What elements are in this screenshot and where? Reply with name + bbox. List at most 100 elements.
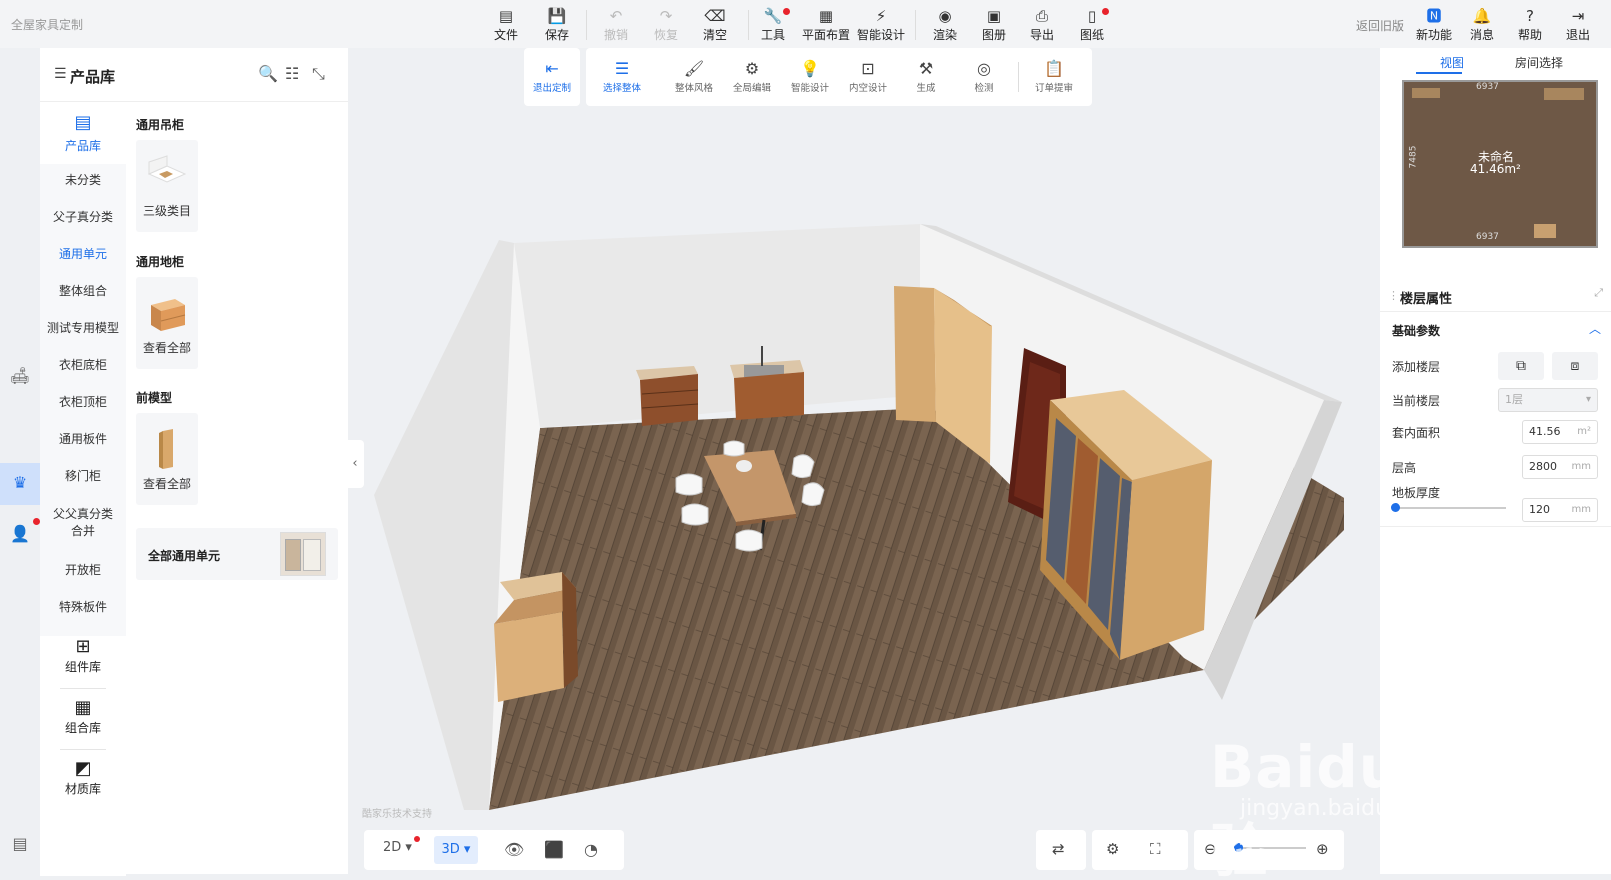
clipboard-icon: 📋 [1044,59,1064,78]
floor-plan-button[interactable]: ▦ 平面布置 [800,6,852,44]
minimap-dim-side: 7485 [1408,145,1419,169]
order-review-button[interactable]: 📋 订单提审 [1026,58,1082,94]
exit-icon: ⇤ [545,59,559,78]
category-item[interactable]: 父子真分类 [40,209,126,226]
3d-viewport[interactable] [364,110,1344,820]
eye-icon[interactable]: 👁 [504,840,524,859]
category-item-active[interactable]: 通用单元 [40,246,126,263]
eraser-icon: ⌫ [704,7,726,25]
category-item[interactable]: 开放柜 [40,562,126,579]
album-button[interactable]: ▣ 图册 [971,6,1017,44]
messages-button[interactable]: 🔔 消息 [1459,6,1505,44]
slab-thickness-slider-handle[interactable] [1391,503,1400,512]
add-floor-above-button[interactable]: ⧉ [1498,352,1544,380]
detect-label: 检测 [974,83,994,94]
detect-button[interactable]: ◎ 检测 [956,58,1012,94]
panel-toggle-icon[interactable]: ▤ [6,830,34,858]
expand-icon[interactable]: ⤢ [1594,286,1603,300]
top-toolbar: 全屋家具定制 ▤ 文件 💾 保存 ↶ 撤销 ↷ 恢复 ⌫ 清空 🔧 工具 ▦ 平面布置 ⚡ 智能… [0,0,1611,48]
inner-area-label: 套内面积 [1392,426,1441,440]
image-icon: ▣ [986,7,1002,25]
save-button[interactable]: 💾 保存 [534,6,580,44]
catalog-icon: ▤ [74,112,92,133]
kitchen-cabinet[interactable] [636,366,699,426]
section-title: 前模型 [136,391,173,405]
drawings-button[interactable]: ▯ 图纸 [1069,6,1115,44]
help-button[interactable]: ? 帮助 [1507,6,1553,44]
settings-icon: ⚙ [744,59,760,78]
undo-button[interactable]: ↶ 撤销 [593,6,639,44]
material-library-button[interactable]: ◩ 材质库 [40,758,126,797]
global-edit-button[interactable]: ⚙ 全局编辑 [724,58,780,94]
category-item[interactable]: 衣柜底柜 [40,357,126,374]
sofa-icon[interactable]: 🛋 [6,362,34,390]
floor-height-field[interactable]: 2800 mm [1522,455,1598,479]
render-button[interactable]: ◉ 渲染 [922,6,968,44]
notification-dot [1102,8,1109,15]
category-item[interactable]: 移门柜 [40,468,126,485]
notification-dot [414,836,420,842]
category-item[interactable]: 父父真分类合并 [40,506,126,540]
search-icon[interactable]: 🔍 [258,64,278,83]
category-item[interactable]: 整体组合 [40,283,126,300]
floor-minimap[interactable]: 6937 6937 7485 未命名 41.46m² [1402,80,1598,248]
tech-support-text: 酷家乐技术支持 [362,809,432,820]
2d-toggle[interactable]: 2D ▾ [383,840,412,855]
select-all-label: 选择整体 [602,83,641,94]
component-library-button[interactable]: ⊞ 组件库 [40,636,126,675]
collapse-icon[interactable]: ⤡ [312,64,325,84]
back-to-old-version-link[interactable]: 返回旧版 [1356,17,1404,34]
help-label: 帮助 [1517,28,1542,42]
slab-thickness-slider[interactable] [1394,507,1506,509]
generate-button[interactable]: ⚒ 生成 [898,58,954,94]
file-button[interactable]: ▤ 文件 [483,6,529,44]
select-all-button[interactable]: ☰ 选择整体 [594,58,650,94]
clear-button[interactable]: ⌫ 清空 [692,6,738,44]
filter-icon[interactable]: ☷ [285,64,299,83]
smart-design-button[interactable]: ⚡ 智能设计 [855,6,907,44]
logout-button[interactable]: ⇥ 退出 [1555,6,1601,44]
collapse-panel-tab[interactable]: ‹ [346,440,364,488]
smart-design-sub-button[interactable]: 💡 智能设计 [782,58,838,94]
view-mode-controls: 2D ▾ 3D ▾ 👁 ⬛ ◔ [364,830,624,870]
cube-icon[interactable]: ⬛ [544,840,564,859]
messages-label: 消息 [1469,28,1494,42]
minimap-dim-top: 6937 [1476,82,1499,92]
interior-design-button[interactable]: ⊡ 内空设计 [840,58,896,94]
category-item[interactable]: 衣柜顶柜 [40,394,126,411]
category-item[interactable]: 特殊板件 [40,599,126,616]
crown-icon[interactable]: ♛ [6,469,34,497]
category-item[interactable]: 未分类 [40,172,126,189]
tab-product-library[interactable]: ▤ 产品库 [40,102,126,164]
current-floor-select[interactable]: 1层 ▾ [1498,388,1598,412]
3d-toggle[interactable]: 3D ▾ [434,836,478,864]
chevron-up-icon[interactable]: ︿ [1589,320,1601,337]
slab-thickness-field[interactable]: 120 mm [1522,498,1598,522]
add-floor-below-button[interactable]: ⧈ [1552,352,1598,380]
camera-settings-icon[interactable]: ⚙ [1106,840,1119,858]
tab-room-select[interactable]: 房间选择 [1515,54,1563,71]
product-card[interactable]: 三级类目 [136,140,198,232]
floor-properties-title: 楼层属性 [1400,292,1453,307]
card-label: 查看全部 [142,341,191,355]
watermark: Baidu经验 jingyan.baidu.com [1210,690,1510,880]
product-card[interactable]: 查看全部 [136,277,198,369]
tall-cabinet-thumbnail [159,429,173,469]
inner-area-field[interactable]: 41.56 m² [1522,420,1598,444]
export-button[interactable]: ⎙ 导出 [1019,6,1065,44]
all-units-row[interactable]: 全部通用单元 [136,528,338,580]
category-item[interactable]: 通用板件 [40,431,126,448]
toggle-icon[interactable]: ⇄ [1052,840,1065,858]
exit-custom-button[interactable]: ⇤ 退出定制 [524,58,580,94]
user-icon[interactable]: 👤 [6,520,34,548]
gauge-icon[interactable]: ◔ [584,840,598,859]
fullscreen-icon[interactable]: ⛶ [1150,840,1161,858]
product-card[interactable]: 查看全部 [136,413,198,505]
tab-view[interactable]: 视图 [1440,54,1464,71]
combo-library-button[interactable]: ▦ 组合库 [40,697,126,736]
category-item[interactable]: 测试专用模型 [40,320,126,337]
new-features-button[interactable]: 🅽 新功能 [1408,6,1460,44]
overall-style-button[interactable]: 🖌 整体风格 [666,58,722,94]
tools-button[interactable]: 🔧 工具 [750,6,796,44]
redo-button[interactable]: ↷ 恢复 [643,6,689,44]
